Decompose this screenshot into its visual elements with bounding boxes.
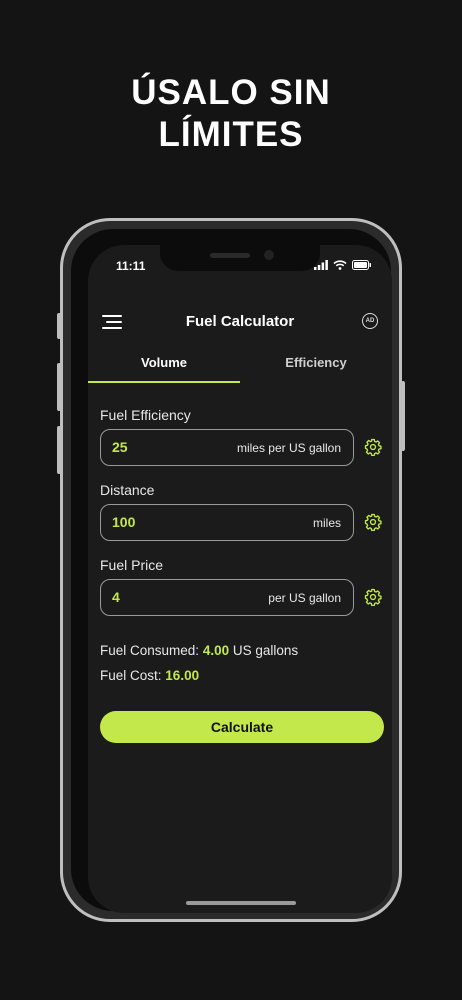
headline-line-1: ÚSALO SIN [131, 73, 331, 112]
ad-icon[interactable]: AD [362, 313, 378, 329]
phone-bezel: 11:11 Fuel Calculator AD Volume Efficien… [71, 229, 392, 913]
app-title: Fuel Calculator [185, 313, 295, 330]
fuel-price-unit: per US gallon [268, 591, 341, 605]
fuel-efficiency-unit: miles per US gallon [236, 441, 341, 455]
distance-unit: miles [312, 516, 341, 530]
tab-efficiency[interactable]: Efficiency [240, 349, 392, 383]
gear-icon[interactable] [364, 588, 382, 606]
fuel-consumed-value: 4.00 [202, 643, 230, 658]
status-time: 11:11 [116, 259, 146, 273]
tab-bar: Volume Efficiency [88, 349, 392, 383]
battery-icon [352, 260, 371, 270]
camera [264, 250, 274, 260]
fuel-consumed-result: Fuel Consumed: 4.00 US gallons [100, 643, 298, 658]
gear-icon[interactable] [364, 438, 382, 456]
fuel-consumed-label: Fuel Consumed: [100, 643, 200, 658]
wifi-icon [333, 260, 347, 270]
fuel-efficiency-value: 25 [112, 439, 128, 455]
signal-icon [314, 260, 328, 270]
status-icons [314, 260, 372, 270]
gear-icon[interactable] [364, 513, 382, 531]
phone-frame: 11:11 Fuel Calculator AD Volume Efficien… [57, 218, 405, 922]
fuel-cost-result: Fuel Cost: 16.00 [100, 668, 199, 683]
distance-label: Distance [100, 482, 155, 498]
fuel-price-label: Fuel Price [100, 557, 164, 573]
home-indicator[interactable] [186, 901, 296, 905]
phone-side-button-power [401, 381, 405, 451]
tab-volume[interactable]: Volume [88, 349, 240, 383]
fuel-consumed-unit: US gallons [232, 643, 299, 658]
headline-line-2: LÍMITES [158, 115, 304, 154]
fuel-efficiency-label: Fuel Efficiency [100, 407, 191, 423]
active-tab-indicator [88, 381, 240, 383]
calculate-button[interactable]: Calculate [100, 711, 384, 743]
fuel-price-value: 4 [112, 589, 120, 605]
fuel-price-field[interactable]: 4 per US gallon [100, 579, 354, 616]
phone-side-button-volume-down [57, 426, 61, 474]
fuel-cost-value: 16.00 [165, 668, 200, 683]
app-header: Fuel Calculator AD [88, 307, 392, 337]
fuel-efficiency-field[interactable]: 25 miles per US gallon [100, 429, 354, 466]
speaker [210, 253, 250, 258]
notch [160, 245, 320, 271]
app-screen: 11:11 Fuel Calculator AD Volume Efficien… [88, 245, 392, 913]
fuel-cost-label: Fuel Cost: [100, 668, 162, 683]
phone-side-button-volume-up [57, 363, 61, 411]
headline: ÚSALO SIN LÍMITES [0, 72, 462, 156]
phone-side-button-silent [57, 313, 61, 339]
distance-field[interactable]: 100 miles [100, 504, 354, 541]
distance-value: 100 [112, 514, 136, 530]
